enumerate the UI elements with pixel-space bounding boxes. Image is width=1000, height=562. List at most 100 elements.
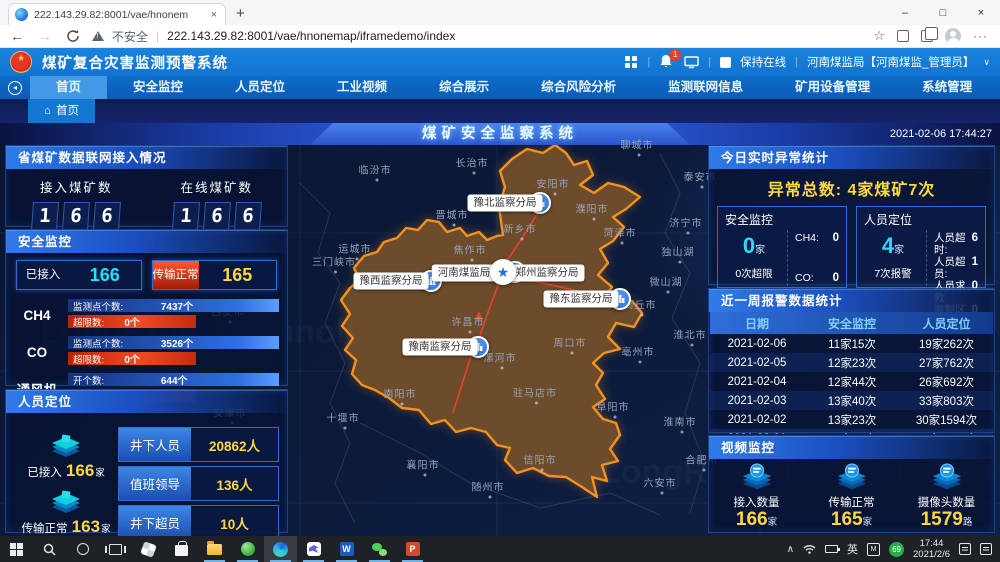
map-city-label: 信阳市 [524,452,557,467]
nav-item-3[interactable]: 人员定位 [209,76,311,99]
refresh-icon[interactable] [64,29,82,43]
week-cell: 13家23次 [804,412,900,428]
connected-mines-group: 接入煤矿数 1 6 6 [6,177,147,230]
map-city-label: 漯河市 [484,350,517,365]
breadcrumb-tab-home[interactable]: ⌂ 首页 [28,99,95,123]
tab-close-icon[interactable]: × [209,9,219,21]
video-stat-label: 摄像头数量 [918,494,976,510]
video-stat-unit: 家 [768,517,778,528]
nav-item-5[interactable]: 综合展示 [413,76,515,99]
tab-title: 222.143.29.82:8001/vae/hnonem [34,9,203,21]
map-city-label: 独山湖 [662,244,695,259]
start-button[interactable] [0,536,33,562]
map-city-label: 亳州市 [622,344,655,359]
ime-mode-icon[interactable]: M [867,543,880,556]
wechat-icon[interactable] [363,536,396,562]
table-row: 井下人员20862人 [118,427,279,462]
url-separator: | [156,29,159,43]
file-explorer-icon[interactable] [198,536,231,562]
tray-chevron-icon[interactable]: ∧ [787,544,794,555]
browser-window: 222.143.29.82:8001/vae/hnonem × + – □ × … [0,0,1000,562]
menu-ellipsis-icon[interactable]: ··· [973,29,988,43]
minimize-button[interactable]: – [886,0,924,25]
nav-item-4[interactable]: 工业视频 [311,76,413,99]
nav-item-1[interactable]: 首页 [30,76,107,99]
nav-item-7[interactable]: 监测联网信息 [642,76,769,99]
notification-bell-icon[interactable]: 1 [659,54,675,70]
stat-unit: 家 [95,468,105,479]
monitor-count-bar: 监测点个数:7437个 [68,299,279,312]
nav-collapse-icon[interactable]: ◂ [0,81,30,95]
powerpoint-icon[interactable]: P [396,536,429,562]
edge-browser-icon[interactable] [264,536,297,562]
close-button[interactable]: × [962,0,1000,25]
count-value: 0 [743,233,755,258]
taskbar-search-icon[interactable] [33,536,66,562]
tab-groups-icon[interactable] [921,30,933,42]
connected-value: 166 [69,265,141,286]
browser-tab[interactable]: 222.143.29.82:8001/vae/hnonem × [8,3,226,25]
profile-avatar[interactable] [945,28,961,44]
header-separator: | [647,56,650,68]
map-marker-label[interactable]: 豫南监察分局 [403,339,478,356]
panel-title: 省煤矿数据联网接入情况 [6,146,287,169]
green-browser-icon[interactable] [231,536,264,562]
monitor-icon[interactable] [684,56,699,69]
map-marker-label[interactable]: 豫西监察分局 [354,273,429,290]
week-cell: 2021-02-03 [710,395,804,407]
header-separator: | [795,56,798,68]
panel-province-network: 省煤矿数据联网接入情况 接入煤矿数 1 6 6 在线煤矿数 1 6 6 [5,145,288,227]
week-cell: 15家29次 [804,431,900,435]
task-view-icon[interactable] [99,536,132,562]
stat-value: 163 [72,517,100,536]
hq-star-marker-icon[interactable]: ★ [490,259,516,285]
week-cell: 2021-02-01 [710,433,804,435]
week-cell: 11家15次 [804,336,900,352]
notes-tray-icon[interactable] [959,543,971,555]
map-marker-label[interactable]: 河南煤监局 [432,265,497,282]
week-cell: 2021-02-04 [710,376,804,388]
map-marker-label[interactable]: 郑州监察分局 [510,265,585,282]
nav-item-6[interactable]: 综合风险分析 [515,76,642,99]
online-mines-group: 在线煤矿数 1 6 6 [147,177,288,230]
chevron-down-icon[interactable]: ∨ [983,57,990,68]
favorite-star-icon[interactable]: ☆ [873,28,885,44]
url-text[interactable]: 222.143.29.82:8001/vae/hnonemap/iframede… [167,29,455,43]
taskbar-clock[interactable]: 17:44 2021/2/6 [913,538,950,560]
address-bar[interactable]: ! 不安全 | 222.143.29.82:8001/vae/hnonemap/… [92,28,863,45]
new-tab-button[interactable]: + [236,5,245,22]
header-separator: | [708,56,711,68]
week-cell: 13家40次 [804,393,900,409]
cortana-icon[interactable] [66,536,99,562]
xunlei-icon[interactable] [297,536,330,562]
wifi-icon[interactable] [803,544,816,554]
dashboard-timestamp: 2021-02-06 17:44:27 [890,123,992,145]
browser-toolbar: ← → ! 不安全 | 222.143.29.82:8001/vae/hnone… [0,25,1000,48]
nav-item-2[interactable]: 安全监控 [107,76,209,99]
maximize-button[interactable]: □ [924,0,962,25]
collections-icon[interactable] [897,30,909,42]
sensor-row-ch4: CH4 监测点个数:7437个 超限数:0个 [6,299,287,331]
week-table-row: 2021-02-0313家40次33家803次 [710,391,993,410]
nav-item-8[interactable]: 矿用设备管理 [769,76,896,99]
keep-online-checkbox[interactable] [720,57,731,68]
nav-item-9[interactable]: 系统管理 [896,76,998,99]
word-icon[interactable]: W [330,536,363,562]
qr-grid-icon[interactable] [625,56,638,69]
battery-icon[interactable] [825,545,838,553]
back-button[interactable]: ← [8,28,26,44]
map-marker-label[interactable]: 豫北监察分局 [468,195,543,212]
person-table: 井下人员20862人 值班领导136人 井下超员10人 [118,427,279,536]
user-account-label[interactable]: 河南煤监局【河南煤监_管理员】 [807,54,974,70]
microsoft-store-icon[interactable] [165,536,198,562]
map-marker-label[interactable]: 豫东监察分局 [544,291,619,308]
pinwheel-app-icon[interactable] [132,536,165,562]
notification-center-icon[interactable] [980,543,992,555]
panel-title: 视频监控 [709,436,994,459]
health-app-badge[interactable]: 69 [889,542,904,557]
ime-language-indicator[interactable]: 英 [847,541,858,557]
forward-button: → [36,28,54,44]
week-col-header: 人员定位 [900,315,993,332]
week-table-body[interactable]: 2021-02-0611家15次19家262次2021-02-0512家23次2… [710,334,993,434]
video-stat: 接入数量166家 [709,463,804,533]
